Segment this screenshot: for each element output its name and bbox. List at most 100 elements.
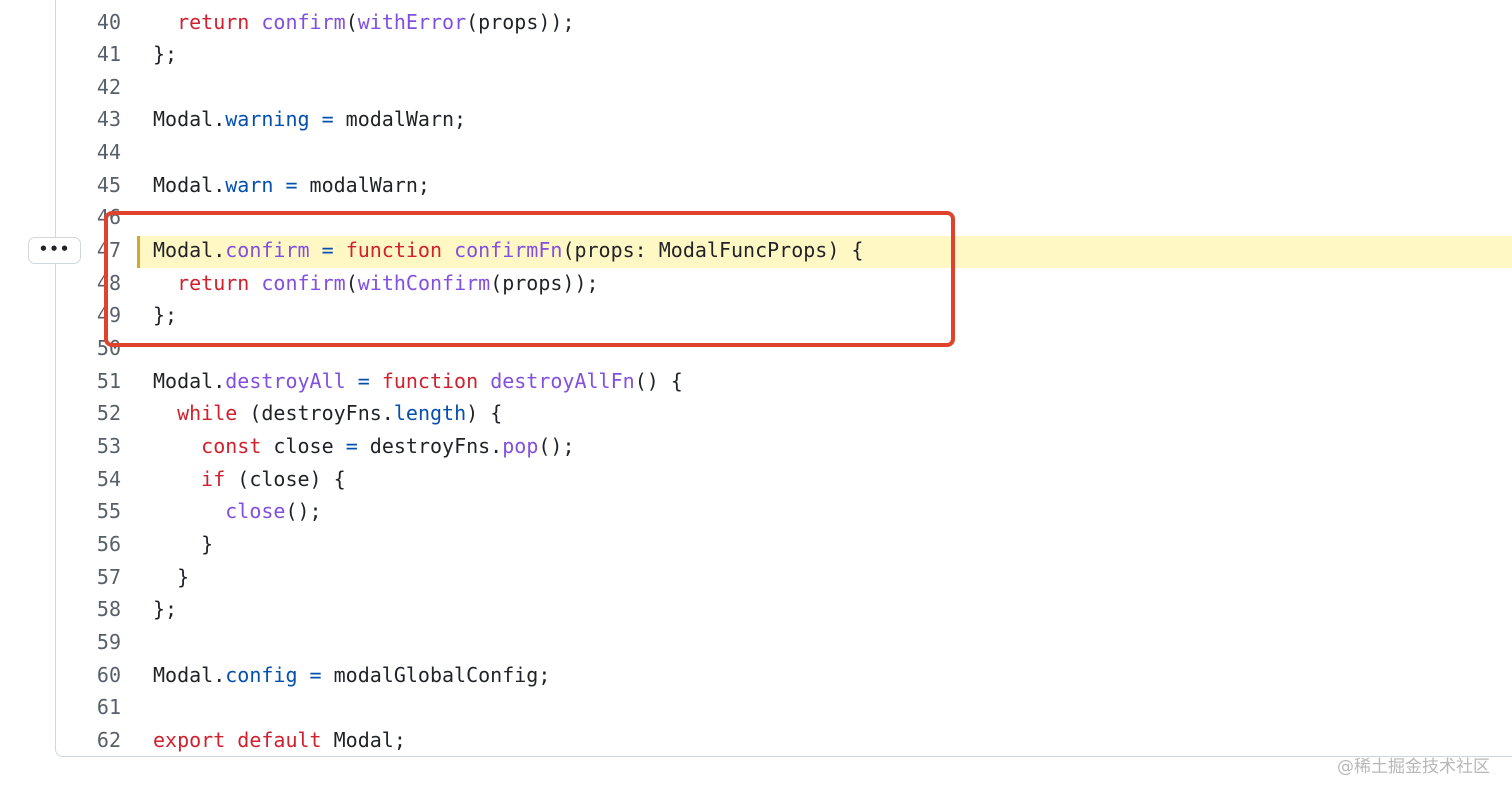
code-text: Modal.config = modalGlobalConfig;: [153, 659, 550, 692]
line-number[interactable]: 52: [56, 397, 121, 430]
code-text: if (close) {: [153, 463, 346, 496]
code-token: () {: [635, 369, 683, 393]
code-token: [273, 173, 285, 197]
line-options-button[interactable]: •••: [28, 237, 81, 264]
code-token: length: [394, 401, 466, 425]
code-token: export: [153, 728, 225, 752]
code-text: }: [153, 528, 213, 561]
code-text: Modal.destroyAll = function destroyAllFn…: [153, 365, 683, 398]
code-text: };: [153, 38, 177, 71]
code-token: =: [285, 173, 297, 197]
line-number[interactable]: 61: [56, 691, 121, 724]
code-token: if: [201, 467, 225, 491]
code-text: export default Modal;: [153, 724, 406, 757]
line-number[interactable]: 55: [56, 495, 121, 528]
line-number[interactable]: 62: [56, 724, 121, 757]
line-number[interactable]: 59: [56, 626, 121, 659]
code-token: =: [346, 434, 358, 458]
code-token: Modal.: [153, 369, 225, 393]
code-token: =: [322, 107, 334, 131]
code-line: 53 const close = destroyFns.pop();: [0, 430, 1512, 463]
code-token: (close) {: [225, 467, 345, 491]
code-token: destroyFns.: [358, 434, 503, 458]
code-token: modalGlobalConfig;: [322, 663, 551, 687]
code-token: [153, 467, 201, 491]
code-token: destroyAll: [225, 369, 345, 393]
code-text: return confirm(withError(props));: [153, 6, 574, 39]
code-token: =: [310, 663, 322, 687]
code-line: 43 Modal.warning = modalWarn;: [0, 103, 1512, 136]
code-text: Modal.warn = modalWarn;: [153, 169, 430, 202]
code-token: modalWarn;: [298, 173, 430, 197]
code-token: destroyAllFn: [490, 369, 635, 393]
line-number[interactable]: 51: [56, 365, 121, 398]
code-token: [310, 107, 322, 131]
code-line: 45 Modal.warn = modalWarn;: [0, 169, 1512, 202]
code-line: 44: [0, 136, 1512, 169]
code-line: 60 Modal.config = modalGlobalConfig;: [0, 659, 1512, 692]
code-token: Modal;: [322, 728, 406, 752]
code-text: };: [153, 593, 177, 626]
code-line: 62 export default Modal;: [0, 724, 1512, 757]
code-line: 55 close();: [0, 495, 1512, 528]
line-number[interactable]: 56: [56, 528, 121, 561]
code-token: [153, 499, 225, 523]
code-token: pop: [502, 434, 538, 458]
code-token: [153, 434, 201, 458]
code-token: confirm: [261, 10, 345, 34]
line-number[interactable]: 41: [56, 38, 121, 71]
code-line: 42: [0, 71, 1512, 104]
code-token: Modal.: [153, 107, 225, 131]
line-number[interactable]: 58: [56, 593, 121, 626]
code-text: Modal.warning = modalWarn;: [153, 103, 466, 136]
code-line: 56 }: [0, 528, 1512, 561]
code-token: [225, 728, 237, 752]
line-number[interactable]: 53: [56, 430, 121, 463]
code-token: config: [225, 663, 297, 687]
code-token: [370, 369, 382, 393]
code-token: withError: [358, 10, 466, 34]
code-token: while: [177, 401, 237, 425]
code-token: warn: [225, 173, 273, 197]
code-token: [153, 401, 177, 425]
line-number[interactable]: 44: [56, 136, 121, 169]
line-number[interactable]: 43: [56, 103, 121, 136]
line-number[interactable]: 54: [56, 463, 121, 496]
code-token: [249, 10, 261, 34]
code-token: };: [153, 597, 177, 621]
code-token: warning: [225, 107, 309, 131]
code-token: ) {: [466, 401, 502, 425]
code-text: }: [153, 561, 189, 594]
code-token: }: [153, 532, 213, 556]
code-token: close: [261, 434, 345, 458]
code-token: [478, 369, 490, 393]
watermark: @稀土掘金技术社区: [1337, 752, 1490, 777]
code-text: close();: [153, 495, 322, 528]
code-token: (destroyFns.: [237, 401, 394, 425]
code-token: function: [382, 369, 478, 393]
code-token: Modal.: [153, 663, 225, 687]
code-line: 58};: [0, 593, 1512, 626]
code-token: default: [237, 728, 321, 752]
code-token: (props));: [466, 10, 574, 34]
line-number[interactable]: 45: [56, 169, 121, 202]
code-token: ();: [285, 499, 321, 523]
code-line: 57 }: [0, 561, 1512, 594]
line-number[interactable]: 40: [56, 6, 121, 39]
code-line: 40 return confirm(withError(props));: [0, 6, 1512, 39]
code-text: const close = destroyFns.pop();: [153, 430, 574, 463]
code-line: 52 while (destroyFns.length) {: [0, 397, 1512, 430]
code-token: };: [153, 42, 177, 66]
code-line: 41};: [0, 38, 1512, 71]
code-token: return: [177, 10, 249, 34]
code-line: 61: [0, 691, 1512, 724]
line-number[interactable]: 42: [56, 71, 121, 104]
line-number[interactable]: 57: [56, 561, 121, 594]
code-token: close: [225, 499, 285, 523]
line-number[interactable]: 60: [56, 659, 121, 692]
code-token: ();: [538, 434, 574, 458]
code-token: modalWarn;: [334, 107, 466, 131]
code-token: [346, 369, 358, 393]
code-token: =: [358, 369, 370, 393]
code-line: 54 if (close) {: [0, 463, 1512, 496]
